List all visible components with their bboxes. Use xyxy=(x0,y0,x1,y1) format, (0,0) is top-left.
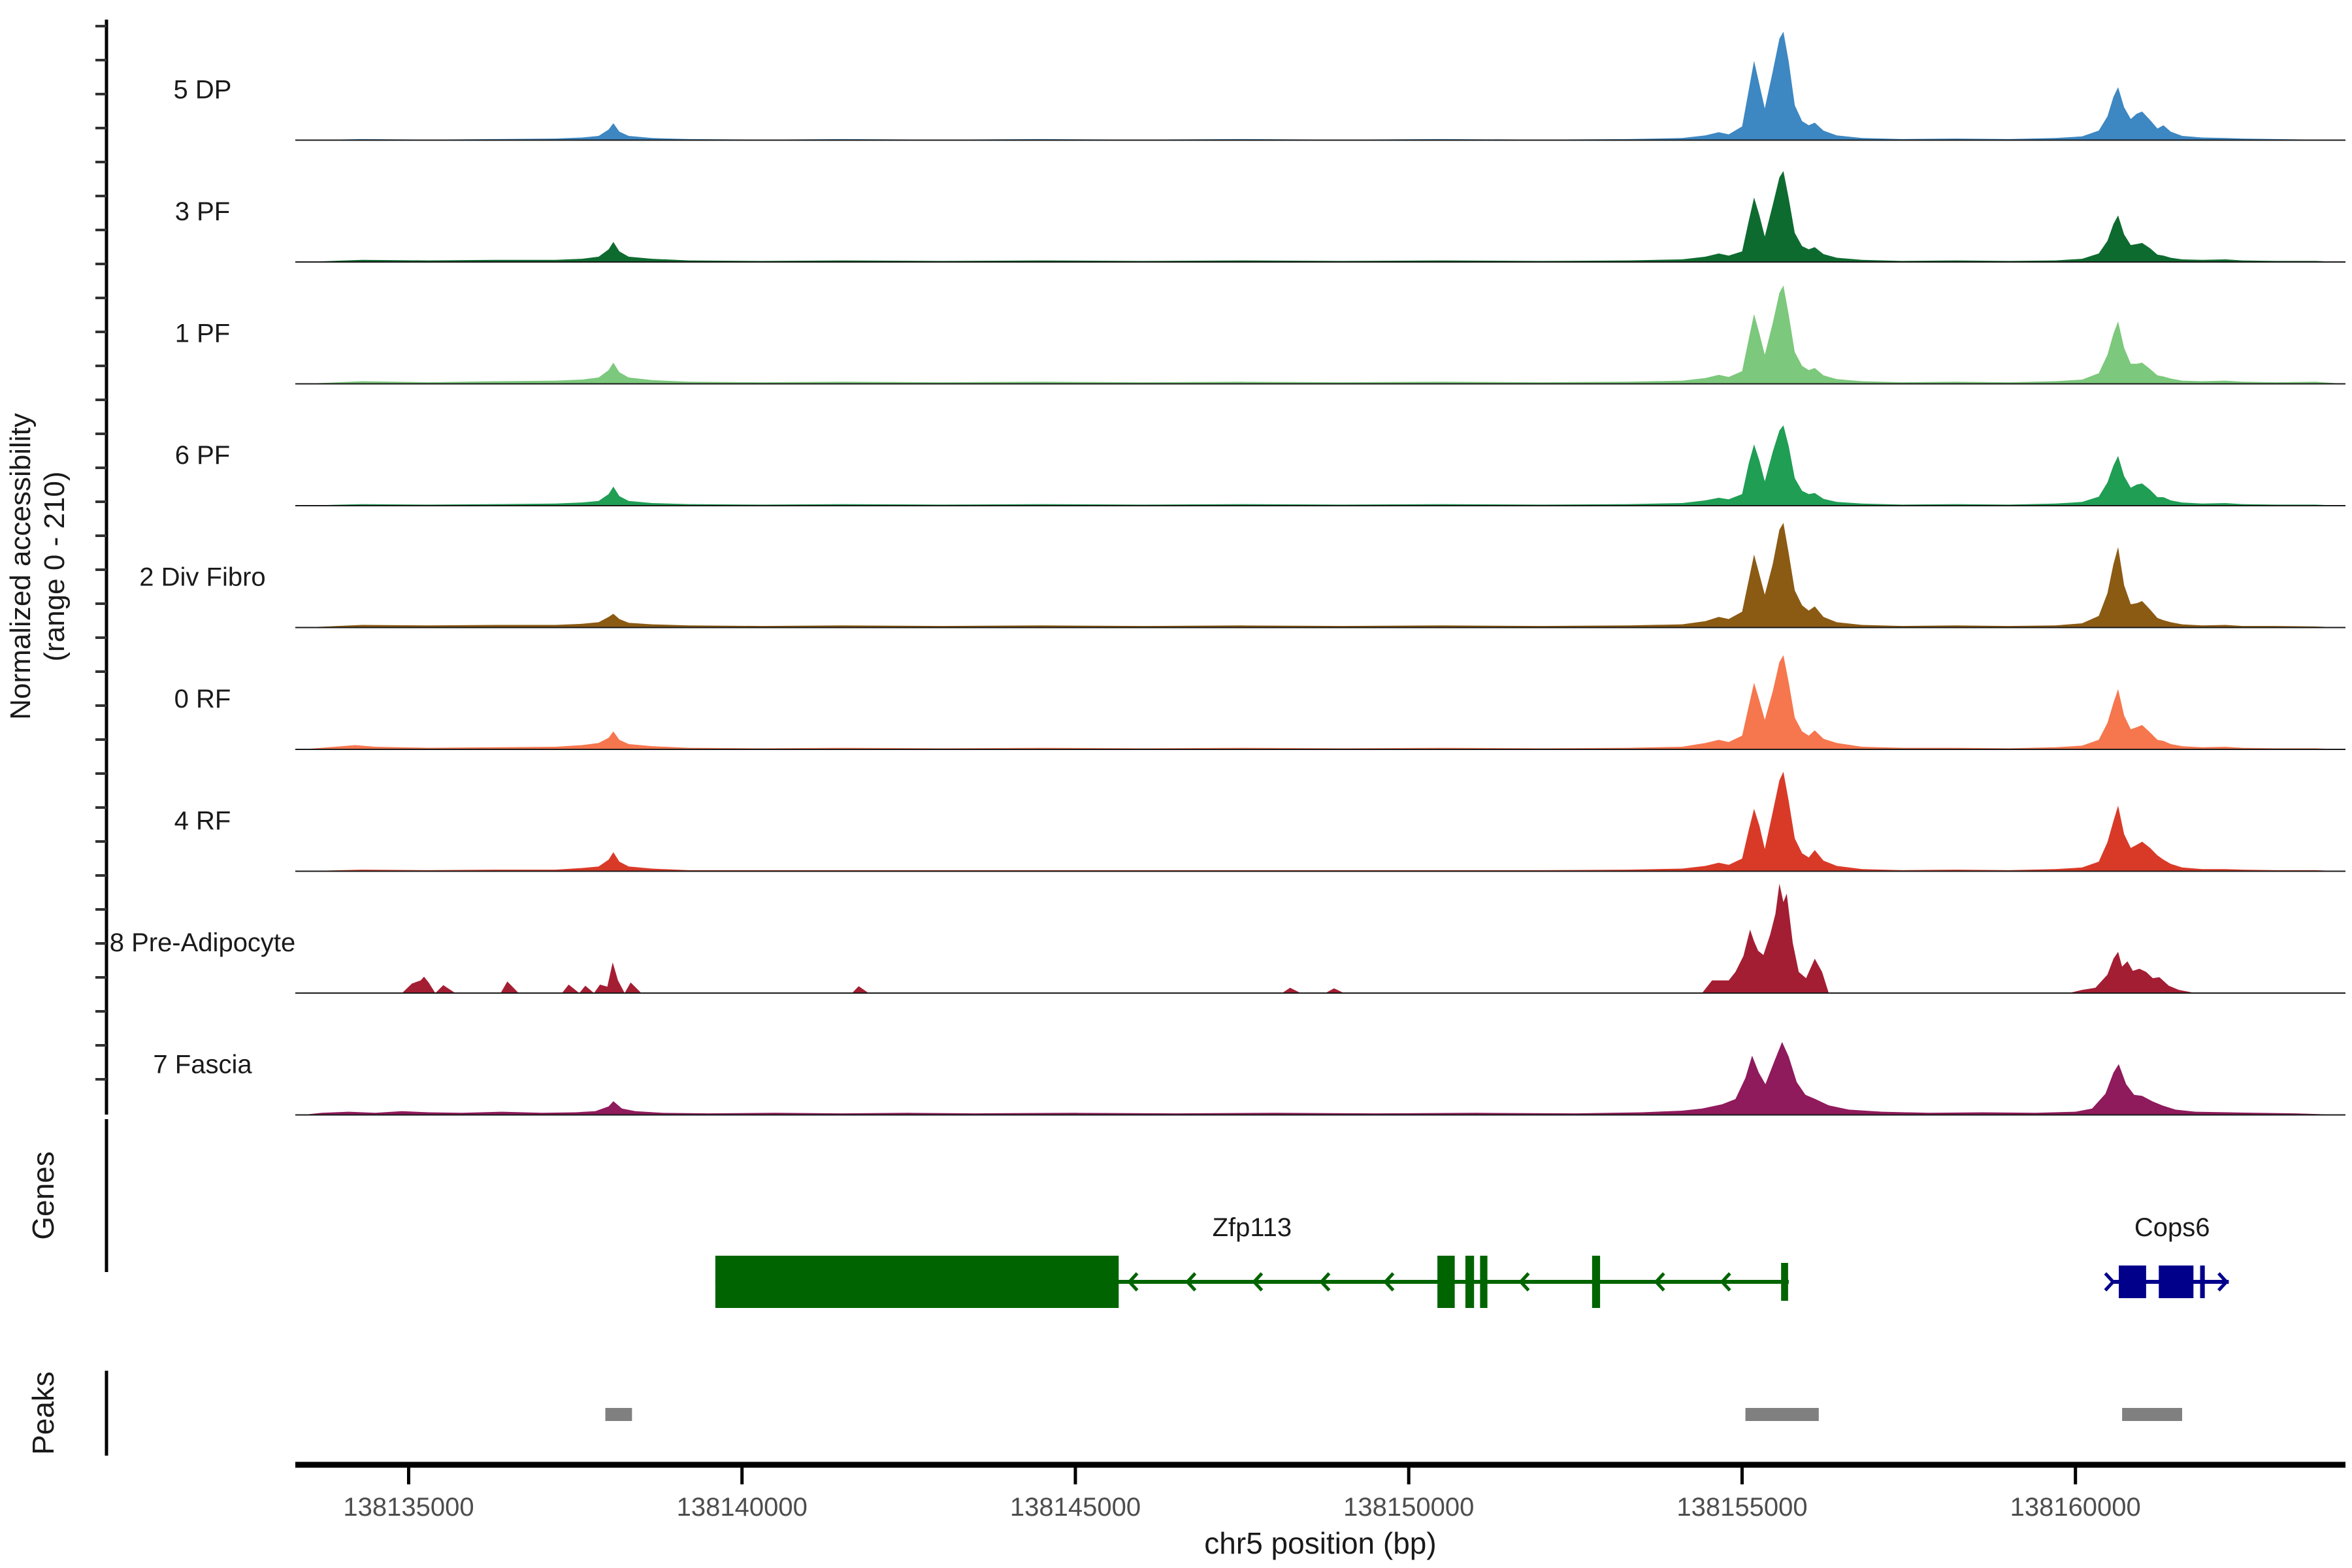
genes-section-label: Genes xyxy=(26,1151,60,1240)
x-axis-tick-label: 138150000 xyxy=(1343,1493,1474,1522)
gene-exon xyxy=(1437,1256,1455,1308)
x-axis-tick-label: 138155000 xyxy=(1676,1493,1807,1522)
gene-exon xyxy=(2119,1266,2146,1298)
coverage-area xyxy=(302,523,2345,627)
axis-brackets xyxy=(95,20,106,1456)
coverage-area xyxy=(302,286,2345,384)
gene-exon xyxy=(1465,1256,1474,1308)
y-axis-label-line2: (range 0 - 210) xyxy=(39,471,71,661)
track-label: 0 RF xyxy=(174,685,231,713)
coverage-area xyxy=(302,1042,2345,1115)
peaks-section-label: Peaks xyxy=(26,1371,60,1455)
track-label: 7 Fascia xyxy=(153,1051,252,1079)
coverage-tracks: 5 DP 3 PF 1 PF 6 PF 2 Div Fibro 0 RF 4 RF 8 Pre… xyxy=(110,32,2345,1115)
track-label: 3 PF xyxy=(175,197,230,226)
peak-region xyxy=(2122,1408,2182,1421)
x-axis-title: chr5 position (bp) xyxy=(1204,1526,1436,1560)
gene-exon xyxy=(1781,1263,1788,1301)
peak-region xyxy=(1746,1408,1819,1421)
coverage-area xyxy=(302,32,2345,140)
track-label: 4 RF xyxy=(174,807,231,836)
track-label: 5 DP xyxy=(174,76,232,105)
gene-label: Zfp113 xyxy=(1213,1213,1292,1242)
coverage-area xyxy=(302,883,2345,993)
peak-region xyxy=(606,1408,632,1421)
y-axis-label-line1: Normalized accessibility xyxy=(5,413,37,719)
gene-exon xyxy=(715,1256,1119,1308)
gene-label: Cops6 xyxy=(2134,1213,2210,1242)
gene-exon xyxy=(2200,1266,2205,1298)
x-axis-tick-label: 138140000 xyxy=(677,1493,808,1522)
x-axis-tick-label: 138135000 xyxy=(343,1493,474,1522)
gene-exon xyxy=(1592,1256,1600,1308)
x-axis: 138135000 138140000 138145000 138150000 1381… xyxy=(295,1465,2345,1522)
coverage-area xyxy=(302,425,2345,506)
gene-models: Zfp113 Cops6 xyxy=(715,1213,2229,1308)
peak-boxes xyxy=(606,1408,2182,1421)
gene-strand-arrow xyxy=(2105,1273,2113,1290)
gene-exon xyxy=(1480,1256,1487,1308)
coverage-area xyxy=(302,655,2345,749)
coverage-area xyxy=(302,171,2345,262)
x-axis-tick-label: 138145000 xyxy=(1010,1493,1141,1522)
gene-exon xyxy=(2159,1266,2193,1298)
track-label: 8 Pre-Adipocyte xyxy=(110,928,296,957)
x-axis-tick-label: 138160000 xyxy=(2010,1493,2141,1522)
genome-tracks-plot: Normalized accessibility (range 0 - 210)… xyxy=(0,0,2352,1568)
coverage-area xyxy=(302,772,2345,871)
coverage-figure: Normalized accessibility (range 0 - 210)… xyxy=(0,0,2352,1568)
track-label: 1 PF xyxy=(175,319,230,348)
track-label: 2 Div Fibro xyxy=(139,563,265,592)
track-label: 6 PF xyxy=(175,441,230,470)
